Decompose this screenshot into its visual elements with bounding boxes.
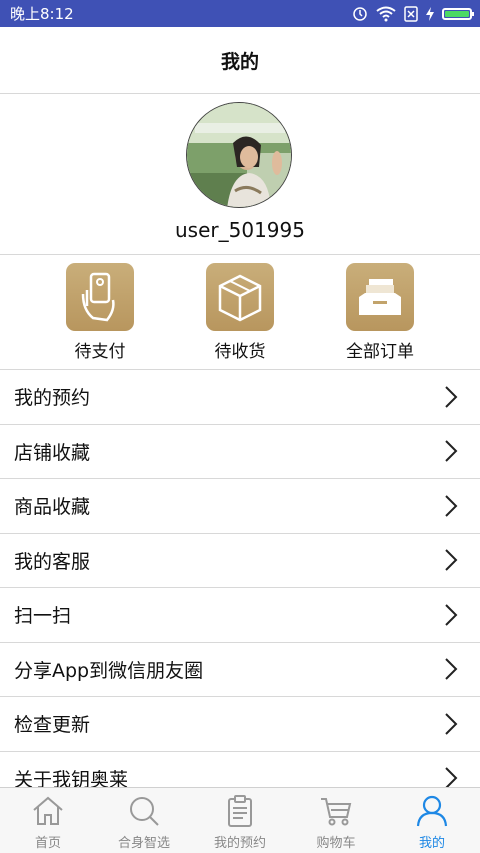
menu-item-label: 店铺收藏 bbox=[14, 441, 91, 464]
orders-icon bbox=[346, 263, 414, 331]
menu-list: 我的预约 店铺收藏 商品收藏 我的客服 扫一扫 分享App到微信朋友圈 检查更新… bbox=[0, 370, 480, 806]
status-bar: 晚上8:12 bbox=[0, 0, 480, 27]
order-shortcuts: 待支付 待收货 全部订单 bbox=[0, 255, 480, 370]
menu-item-share-wechat[interactable]: 分享App到微信朋友圈 bbox=[0, 643, 480, 697]
tab-appointments[interactable]: 我的预约 bbox=[192, 788, 288, 853]
menu-item-scan[interactable]: 扫一扫 bbox=[0, 588, 480, 643]
order-label: 待支付 bbox=[74, 342, 126, 362]
status-icons bbox=[352, 5, 474, 22]
status-time: 晚上8:12 bbox=[10, 5, 74, 23]
tab-label: 我的预约 bbox=[213, 836, 266, 851]
menu-item-label: 我的客服 bbox=[14, 550, 91, 573]
pay-icon bbox=[66, 263, 134, 331]
tab-label: 购物车 bbox=[316, 836, 356, 851]
profile-section: user_501995 bbox=[0, 94, 480, 255]
user-icon bbox=[416, 795, 448, 827]
clipboard-icon bbox=[228, 795, 252, 827]
chevron-right-icon bbox=[445, 713, 458, 735]
order-label: 待收货 bbox=[214, 342, 266, 362]
bottom-tab-bar: 首页 合身智选 我的预约 购物车 我的 bbox=[0, 787, 480, 853]
charging-icon bbox=[426, 6, 434, 21]
menu-item-label: 扫一扫 bbox=[14, 605, 72, 628]
menu-item-label: 我的预约 bbox=[14, 387, 91, 410]
order-pending-receipt[interactable]: 待收货 bbox=[190, 263, 290, 362]
search-icon bbox=[130, 797, 159, 826]
menu-item-product-favorites[interactable]: 商品收藏 bbox=[0, 479, 480, 534]
order-label: 全部订单 bbox=[346, 342, 414, 362]
menu-item-appointments[interactable]: 我的预约 bbox=[0, 370, 480, 425]
tab-smart-fit[interactable]: 合身智选 bbox=[96, 788, 192, 853]
tab-cart[interactable]: 购物车 bbox=[288, 788, 384, 853]
wifi-icon bbox=[376, 6, 396, 21]
page-header: 我的 bbox=[0, 27, 480, 94]
no-sim-icon bbox=[404, 5, 418, 22]
battery-icon bbox=[442, 7, 474, 20]
tab-label: 首页 bbox=[34, 836, 61, 851]
menu-item-label: 商品收藏 bbox=[14, 496, 91, 519]
chevron-right-icon bbox=[445, 440, 458, 462]
cart-icon bbox=[321, 798, 352, 826]
tab-mine[interactable]: 我的 bbox=[384, 788, 480, 853]
chevron-right-icon bbox=[445, 386, 458, 408]
username: user_501995 bbox=[175, 218, 305, 242]
order-pending-payment[interactable]: 待支付 bbox=[50, 263, 150, 362]
home-icon bbox=[33, 796, 63, 825]
menu-item-store-favorites[interactable]: 店铺收藏 bbox=[0, 425, 480, 479]
menu-item-label: 检查更新 bbox=[14, 714, 91, 737]
box-icon bbox=[206, 263, 274, 331]
chevron-right-icon bbox=[445, 658, 458, 680]
tab-home[interactable]: 首页 bbox=[0, 788, 96, 853]
tab-label: 合身智选 bbox=[117, 836, 170, 851]
tab-label: 我的 bbox=[418, 836, 445, 851]
chevron-right-icon bbox=[445, 549, 458, 571]
alarm-icon bbox=[353, 6, 367, 21]
menu-item-check-update[interactable]: 检查更新 bbox=[0, 697, 480, 752]
chevron-right-icon bbox=[445, 604, 458, 626]
menu-item-label: 分享App到微信朋友圈 bbox=[14, 659, 204, 682]
avatar[interactable] bbox=[186, 102, 292, 208]
page-title: 我的 bbox=[220, 50, 259, 73]
avatar-photo-icon bbox=[187, 103, 291, 207]
menu-item-customer-service[interactable]: 我的客服 bbox=[0, 534, 480, 588]
chevron-right-icon bbox=[445, 495, 458, 517]
order-all[interactable]: 全部订单 bbox=[330, 263, 430, 362]
